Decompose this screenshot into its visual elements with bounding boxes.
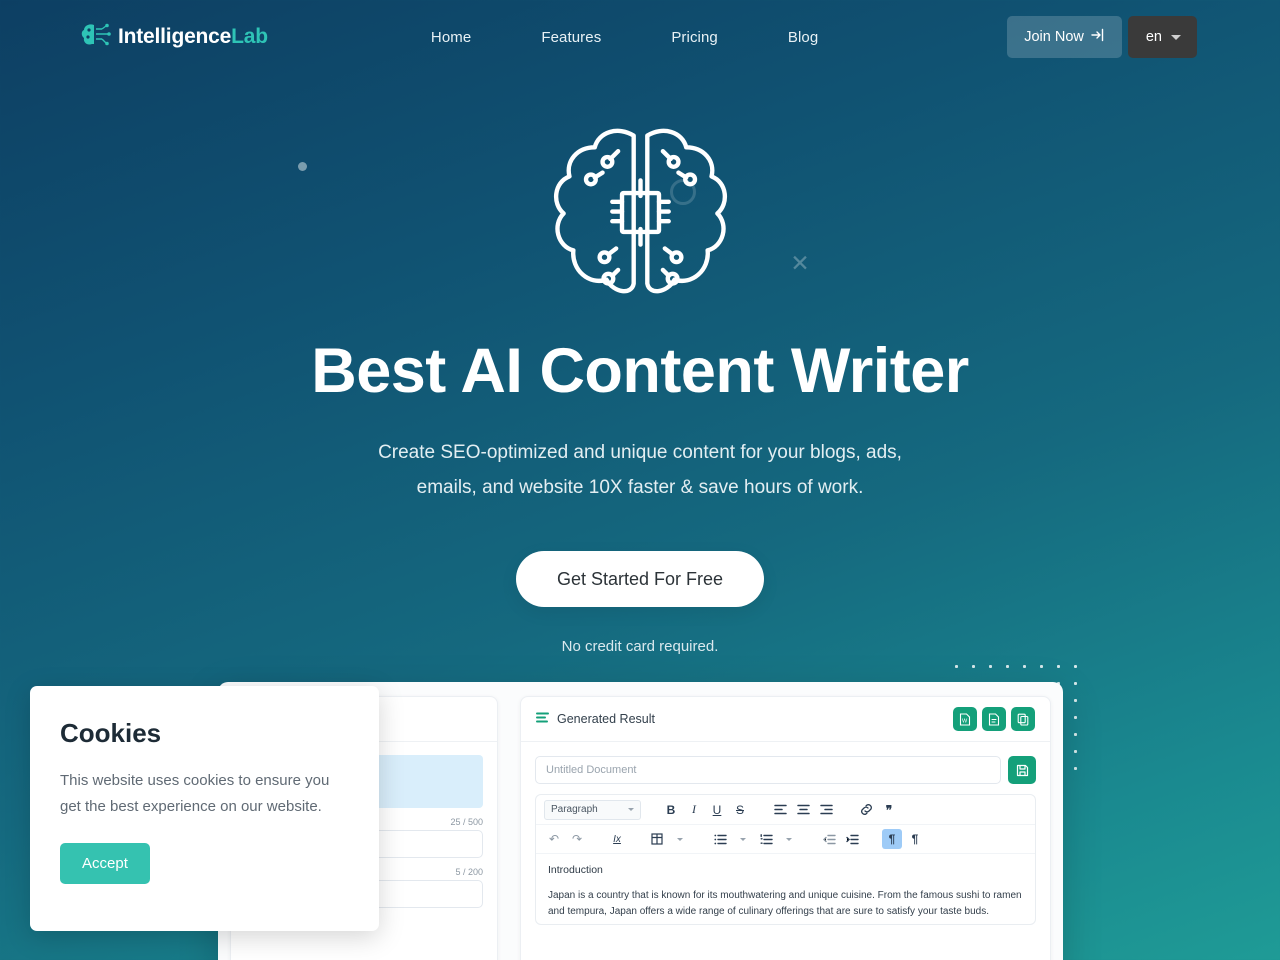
generated-result-panel: Generated Result W Untitled Document Par… [520, 696, 1051, 960]
undo-icon[interactable]: ↶ [544, 829, 564, 849]
copy-icon[interactable] [1011, 707, 1035, 731]
align-left-icon[interactable] [770, 800, 790, 820]
hero-subtitle: Create SEO-optimized and unique content … [320, 436, 960, 506]
table-icon[interactable] [647, 829, 667, 849]
primary-nav: Home Features Pricing Blog [431, 29, 818, 46]
language-selector[interactable]: en [1127, 16, 1197, 58]
document-content[interactable]: Introduction Japan is a country that is … [536, 853, 1035, 924]
nav-item-home[interactable]: Home [431, 29, 471, 46]
strikethrough-icon[interactable]: S [730, 800, 750, 820]
export-text-icon[interactable] [982, 707, 1006, 731]
hero-section: Best AI Content Writer Create SEO-optimi… [0, 0, 1280, 655]
logo-text-accent: Lab [231, 25, 268, 48]
document-heading: Introduction [548, 864, 603, 876]
rich-text-editor: Paragraph B I U S ❞ ↶ ↷ Ix ¶ ¶ Introduct… [535, 794, 1036, 926]
paragraph-style-select[interactable]: Paragraph [544, 799, 641, 820]
no-credit-card-note: No credit card required. [561, 638, 719, 656]
document-title-row: Untitled Document [521, 742, 1050, 784]
sign-in-icon [1091, 28, 1105, 46]
redo-icon[interactable]: ↷ [567, 829, 587, 849]
save-icon[interactable] [1008, 756, 1036, 784]
indent-icon[interactable] [842, 829, 862, 849]
underline-icon[interactable]: U [707, 800, 727, 820]
document-title-input[interactable]: Untitled Document [535, 756, 1001, 784]
brain-circuit-icon [80, 22, 114, 52]
header-actions: Join Now en [1007, 16, 1197, 58]
bullet-list-dropdown-icon[interactable] [733, 829, 753, 849]
result-panel-header: Generated Result W [521, 697, 1050, 742]
outdent-icon[interactable] [819, 829, 839, 849]
result-panel-title: Generated Result [557, 712, 655, 726]
ltr-direction-icon[interactable]: ¶ [882, 829, 902, 849]
chevron-down-icon [628, 808, 634, 811]
logo-text-primary: Intelligence [118, 25, 232, 48]
bold-icon[interactable]: B [661, 800, 681, 820]
cookie-accept-button[interactable]: Accept [60, 842, 150, 884]
align-center-icon[interactable] [793, 800, 813, 820]
paragraph-style-value: Paragraph [551, 804, 598, 815]
page-title: Best AI Content Writer [311, 336, 969, 406]
editor-toolbar-row-2: ↶ ↷ Ix ¶ ¶ [536, 824, 1035, 853]
editor-toolbar-row-1: Paragraph B I U S ❞ [536, 795, 1035, 824]
numbered-list-dropdown-icon[interactable] [779, 829, 799, 849]
nav-item-features[interactable]: Features [541, 29, 601, 46]
join-now-label: Join Now [1024, 29, 1084, 45]
bullet-list-icon[interactable] [710, 829, 730, 849]
get-started-button[interactable]: Get Started For Free [515, 551, 765, 608]
document-paragraph: Japan is a country that is known for its… [548, 890, 1022, 918]
nav-item-blog[interactable]: Blog [788, 29, 818, 46]
result-export-actions: W [953, 707, 1035, 731]
clear-format-icon[interactable]: Ix [607, 829, 627, 849]
rtl-direction-icon[interactable]: ¶ [905, 829, 925, 849]
svg-text:W: W [962, 718, 968, 724]
cookie-dialog-body: This website uses cookies to ensure you … [60, 772, 330, 816]
result-panel-title-group: Generated Result [536, 712, 655, 726]
table-dropdown-icon[interactable] [670, 829, 690, 849]
hero-subtitle-line1: Create SEO-optimized and unique content … [378, 442, 902, 464]
export-word-icon[interactable]: W [953, 707, 977, 731]
site-header: IntelligenceLab Home Features Pricing Bl… [0, 0, 1280, 74]
join-now-button[interactable]: Join Now [1007, 16, 1122, 58]
language-value: en [1145, 29, 1162, 45]
numbered-list-icon[interactable] [756, 829, 776, 849]
chevron-down-icon [1171, 34, 1181, 40]
blockquote-icon[interactable]: ❞ [879, 800, 899, 820]
cookie-consent-dialog: Cookies This website uses cookies to ens… [30, 686, 379, 931]
ai-brain-chip-icon [548, 122, 733, 302]
nav-item-pricing[interactable]: Pricing [671, 29, 718, 46]
align-right-icon[interactable] [816, 800, 836, 820]
list-lines-icon [536, 712, 549, 726]
italic-icon[interactable]: I [684, 800, 704, 820]
link-icon[interactable] [856, 800, 876, 820]
logo[interactable]: IntelligenceLab [80, 22, 268, 52]
logo-text: IntelligenceLab [118, 25, 268, 49]
hero-subtitle-line2: emails, and website 10X faster & save ho… [416, 477, 864, 499]
cookie-dialog-title: Cookies [60, 718, 162, 748]
